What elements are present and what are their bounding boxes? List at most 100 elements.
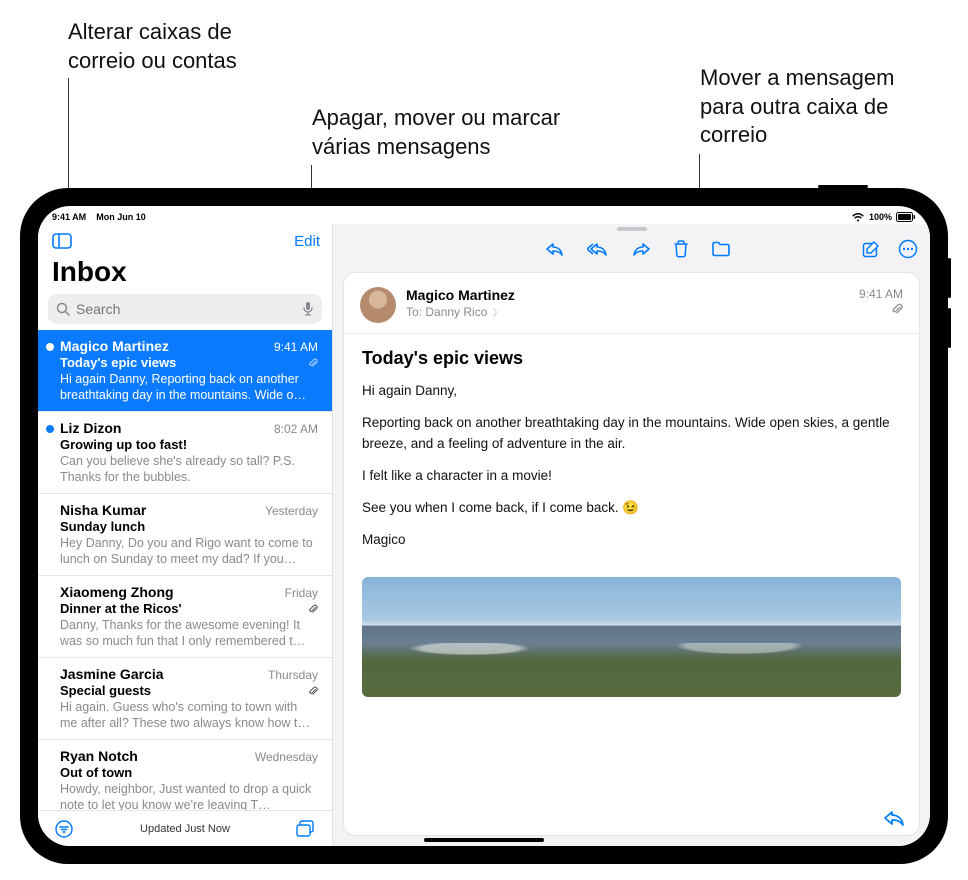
compose-stack-button[interactable] [294,817,318,841]
message-list-item[interactable]: Jasmine Garcia Thursday Special guestsHi a… [38,658,332,740]
list-preview: Hey Danny, Do you and Rigo want to come … [60,535,318,567]
to-label: To: [406,305,422,319]
update-status: Updated Just Now [76,823,294,835]
wifi-icon [851,212,865,222]
reply-icon [883,809,905,827]
attachment-icon [308,686,318,696]
quick-reply-button[interactable] [883,809,905,827]
list-time: Friday [285,586,318,600]
search-field[interactable] [48,294,322,324]
more-button[interactable] [898,239,918,259]
app-content: Edit Inbox Magico Martinez 9:41 AM Today's… [38,224,930,846]
message-list-item[interactable]: Nisha KumarYesterdaySunday lunchHey Dann… [38,494,332,576]
to-field[interactable]: To: Danny Rico 〉 [406,304,849,319]
trash-button[interactable] [673,240,689,258]
hardware-button [818,185,868,188]
list-time: 9:41 AM [274,340,318,354]
body-paragraph: Hi again Danny, [362,381,901,401]
message-list-item[interactable]: Xiaomeng Zhong Friday Dinner at the Ricos'… [38,576,332,658]
list-sender: Jasmine Garcia [60,666,164,682]
stack-icon [296,820,316,838]
reply-icon [545,241,565,257]
chevron-right-icon: 〉 [493,308,503,319]
list-time: Thursday [268,668,318,682]
sidebar-toggle-button[interactable] [50,229,74,253]
search-icon [56,302,70,316]
ellipsis-circle-icon [898,239,918,259]
body-paragraph: I felt like a character in a movie! [362,466,901,486]
forward-icon [631,241,651,257]
sidebar-bottom-bar: Updated Just Now [38,810,332,846]
compose-icon [862,240,880,258]
list-sender: Liz Dizon [60,420,121,436]
list-sender: Magico Martinez [60,338,169,354]
compose-button[interactable] [862,240,880,258]
attachment-icon [308,358,318,368]
dictation-icon[interactable] [302,301,314,317]
list-subject: Dinner at the Ricos' [60,601,182,616]
callout-edit: Apagar, mover ou marcar várias mensagens [312,104,560,161]
list-preview: Can you believe she's already so tall? P… [60,453,318,485]
message-list-item[interactable]: Liz Dizon 8:02 AM Growing up too fast!Can … [38,412,332,494]
reply-button[interactable] [545,241,565,257]
list-sender: Xiaomeng Zhong [60,584,174,600]
list-time: Wednesday [255,750,318,764]
to-name: Danny Rico [425,305,487,319]
message-image[interactable] [362,577,901,697]
filter-button[interactable] [52,817,76,841]
message-subject: Today's epic views [344,334,919,377]
list-time: 8:02 AM [274,422,318,436]
folder-icon [711,241,731,257]
ipad-screen: 9:41 AM Mon Jun 10 100% Edit Inbox [38,206,930,846]
trash-icon [673,240,689,258]
list-preview: Hi again. Guess who's coming to town wit… [60,699,318,731]
list-preview: Howdy, neighbor, Just wanted to drop a q… [60,781,318,810]
message-header: Magico Martinez To: Danny Rico 〉 9:41 AM [344,273,919,334]
message-detail-pane: Magico Martinez To: Danny Rico 〉 9:41 AM [332,224,930,846]
message-list-item[interactable]: Ryan Notch Wednesday Out of townHowdy, nei… [38,740,332,810]
forward-button[interactable] [631,241,651,257]
unread-dot [46,425,54,433]
list-subject: Out of town [60,765,132,780]
reply-all-button[interactable] [587,241,609,257]
filter-icon [55,820,73,838]
attachment-icon [859,303,903,318]
status-bar: 9:41 AM Mon Jun 10 100% [38,206,930,224]
hardware-button [948,308,951,348]
sidebar-toolbar: Edit [38,224,332,254]
message-time-block: 9:41 AM [859,287,903,323]
edit-button[interactable]: Edit [294,233,320,250]
grabber-handle[interactable] [617,227,647,231]
list-preview: Hi again Danny, Reporting back on anothe… [60,371,318,403]
search-input[interactable] [76,301,296,317]
inbox-title: Inbox [38,254,332,294]
home-indicator[interactable] [424,838,544,842]
sidebar-icon [52,233,72,249]
detail-toolbar [333,232,930,266]
attachment-icon [308,604,318,614]
status-right: 100% [851,212,916,222]
list-subject: Special guests [60,683,151,698]
battery-percent: 100% [869,212,892,222]
from-name[interactable]: Magico Martinez [406,287,849,303]
reply-all-icon [587,241,609,257]
message-list[interactable]: Magico Martinez 9:41 AM Today's epic views… [38,330,332,810]
message-list-item[interactable]: Magico Martinez 9:41 AM Today's epic views… [38,330,332,412]
hardware-button [948,258,951,298]
list-time: Yesterday [265,504,318,518]
list-subject: Growing up too fast! [60,437,187,452]
list-sender: Ryan Notch [60,748,138,764]
move-button[interactable] [711,241,731,257]
message-list-pane: Edit Inbox Magico Martinez 9:41 AM Today's… [38,224,332,846]
battery-icon [896,212,916,222]
list-subject: Today's epic views [60,355,176,370]
callout-mailboxes: Alterar caixas de correio ou contas [68,18,237,75]
callout-move: Mover a mensagem para outra caixa de cor… [700,64,894,150]
message-body: Hi again Danny, Reporting back on another… [344,377,919,573]
sender-avatar[interactable] [360,287,396,323]
status-left: 9:41 AM Mon Jun 10 [52,212,146,222]
unread-dot [46,343,54,351]
body-paragraph: Magico [362,530,901,550]
list-preview: Danny, Thanks for the awesome evening! I… [60,617,318,649]
body-paragraph: Reporting back on another breathtaking d… [362,413,901,454]
